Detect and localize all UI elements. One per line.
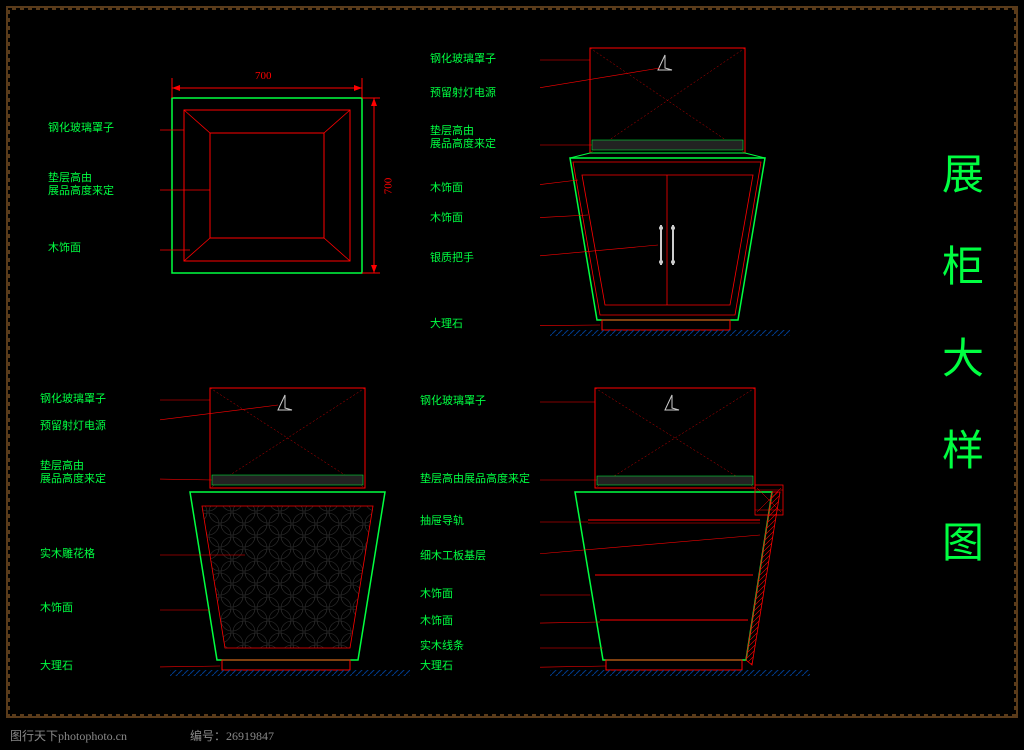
label-tl-glass: 钢化玻璃罩子 — [48, 122, 114, 135]
label-sec-wood1: 木饰面 — [420, 588, 453, 601]
label-sec-ply: 细木工板基层 — [420, 550, 486, 563]
view-side — [160, 380, 420, 690]
label-f-light: 预留射灯电源 — [430, 87, 496, 100]
view-section — [540, 380, 820, 690]
label-f-marble: 大理石 — [430, 318, 463, 331]
label-s-marble: 大理石 — [40, 660, 73, 673]
label-sec-shelf: 垫层高由展品高度来定 — [420, 473, 530, 486]
label-sec-rail: 抽屉导轨 — [420, 515, 464, 528]
label-sec-trim: 实木线条 — [420, 640, 464, 653]
page-title-vertical: 展柜大样图 — [940, 130, 986, 590]
front-view-drawing — [540, 40, 800, 340]
label-tl-shelf: 垫层高由 展品高度来定 — [48, 172, 114, 198]
dim-width: 700 — [255, 70, 272, 82]
label-tl-wood: 木饰面 — [48, 242, 81, 255]
label-f-glass: 钢化玻璃罩子 — [430, 53, 496, 66]
label-f-wood1: 木饰面 — [430, 182, 463, 195]
view-front — [540, 40, 800, 340]
label-sec-wood2: 木饰面 — [420, 615, 453, 628]
drawing-area: 展柜大样图 700 700 钢化玻璃罩子 垫层高由 展品高度来定 木饰面 — [10, 10, 1002, 702]
label-s-shelf: 垫层高由 展品高度来定 — [40, 460, 106, 486]
label-sec-glass: 钢化玻璃罩子 — [420, 395, 486, 408]
label-sec-marble: 大理石 — [420, 660, 453, 673]
section-view-drawing — [540, 380, 820, 690]
label-f-handle: 银质把手 — [430, 252, 474, 265]
label-s-glass: 钢化玻璃罩子 — [40, 393, 106, 406]
label-s-light: 预留射灯电源 — [40, 420, 106, 433]
label-s-carve: 实木雕花格 — [40, 548, 95, 561]
label-f-shelf: 垫层高由 展品高度来定 — [430, 125, 496, 151]
label-f-wood2: 木饰面 — [430, 212, 463, 225]
view-top: 700 700 — [160, 70, 380, 290]
dim-height: 700 — [382, 178, 394, 195]
label-s-wood: 木饰面 — [40, 602, 73, 615]
watermark-id: 编号：26919847 — [190, 727, 274, 744]
side-view-drawing — [160, 380, 420, 690]
watermark-text: 图行天下photophoto.cn — [10, 727, 127, 744]
top-view-drawing — [160, 70, 380, 290]
